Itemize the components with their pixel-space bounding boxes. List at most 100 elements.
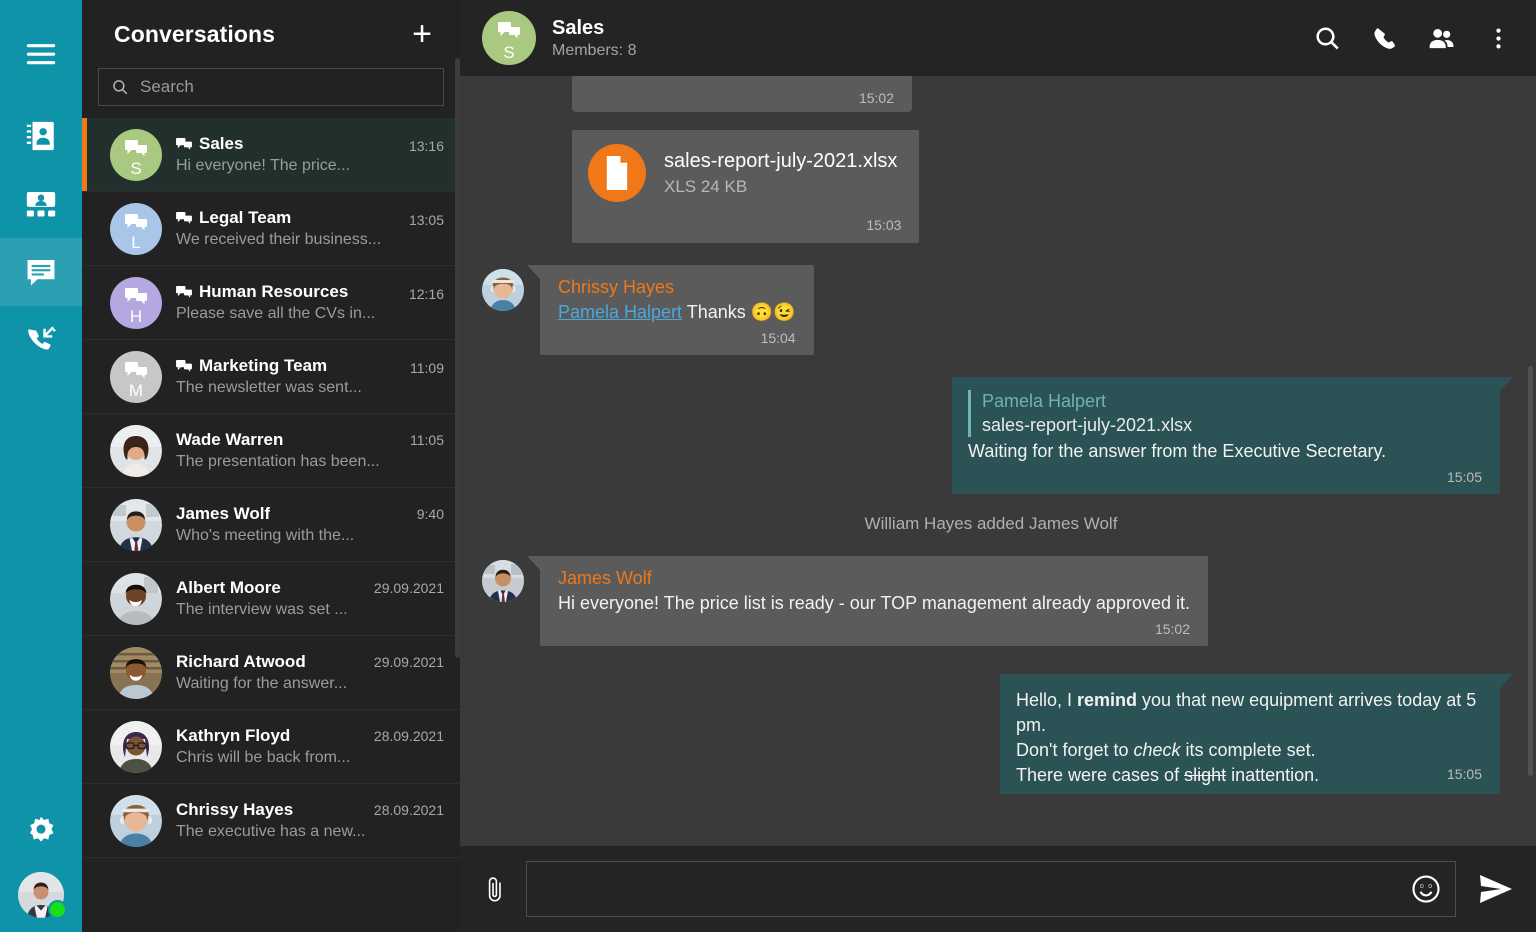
search-icon: [113, 80, 128, 95]
group-chat-icon: [176, 359, 192, 372]
conversation-list-item[interactable]: Chrissy Hayes 28.09.2021 The executive has…: [82, 784, 460, 858]
sidebar-item-calls[interactable]: [0, 306, 82, 374]
conversation-top-row: Sales 13:16: [176, 134, 444, 154]
text-segment: There were cases of: [1016, 764, 1185, 785]
avatar-image: [110, 720, 162, 773]
conversation-list-item[interactable]: Richard Atwood 29.09.2021 Waiting for the …: [82, 636, 460, 710]
chat-more-button[interactable]: [1485, 25, 1512, 52]
conversation-list-item[interactable]: L Legal Team 13:05 We received their busine…: [82, 192, 460, 266]
message-avatar[interactable]: [482, 560, 524, 603]
messages-scrollbar[interactable]: [1528, 366, 1533, 776]
chat-header-actions: [1314, 25, 1512, 52]
quoted-message[interactable]: Pamela Halpert sales-report-july-2021.xl…: [968, 390, 1482, 438]
send-button[interactable]: [1474, 874, 1514, 904]
conversation-name: Legal Team: [176, 208, 291, 228]
message-avatar[interactable]: [482, 269, 524, 312]
message-text: Waiting for the answer from the Executiv…: [968, 441, 1387, 462]
conversation-preview: We received their business...: [176, 231, 382, 248]
message-input-shell[interactable]: [526, 861, 1456, 917]
message-row-reminder-out: Hello, I remind you that new equipment a…: [482, 674, 1513, 794]
conversation-time: 11:05: [410, 432, 444, 448]
conversation-name-text: Wade Warren: [176, 430, 284, 449]
search-box[interactable]: [98, 68, 444, 106]
conversation-avatar: [110, 646, 162, 699]
conversation-name: Sales: [176, 134, 243, 154]
messages-scroll-area: 15:02 sales-report-july-2021.xlsx XLS 24…: [482, 76, 1513, 808]
avatar-image: [110, 646, 162, 699]
conversations-header: Conversations +: [82, 0, 460, 68]
conversation-avatar-letter: H: [129, 306, 143, 326]
strikethrough-segment: slight: [1184, 764, 1227, 785]
conversation-preview: Who's meeting with the...: [176, 527, 355, 544]
phone-icon: [1374, 27, 1395, 49]
conversation-list-item[interactable]: James Wolf 9:40 Who's meeting with the...: [82, 488, 460, 562]
emoji: 🙃😉: [750, 302, 796, 323]
chat-members-button[interactable]: [1428, 25, 1455, 52]
current-user-avatar[interactable]: [18, 872, 67, 919]
attach-file-button[interactable]: [482, 874, 508, 904]
text-segment: its complete set.: [1180, 740, 1316, 761]
address-book-icon: [26, 121, 54, 151]
group-chat-icon: [125, 139, 147, 158]
conversation-name-text: Kathryn Floyd: [176, 726, 291, 745]
file-name: sales-report-july-2021.xlsx: [664, 149, 898, 172]
emoji-picker-button[interactable]: [1411, 874, 1441, 904]
conversation-avatar: S: [110, 128, 162, 181]
message-bubble[interactable]: Chrissy Hayes Pamela Halpert Thanks 🙃😉 1…: [527, 265, 814, 356]
conversation-top-row: Albert Moore 29.09.2021: [176, 578, 444, 598]
message-row-reply-out: Pamela Halpert sales-report-july-2021.xl…: [482, 377, 1513, 495]
rail-top-group: [0, 0, 82, 374]
message-body: Thanks: [682, 302, 751, 323]
mention-link[interactable]: Pamela Halpert: [558, 302, 682, 322]
conversation-list-item[interactable]: M Marketing Team 11:09 The newsletter was s…: [82, 340, 460, 414]
hamburger-menu-button[interactable]: [0, 20, 82, 88]
send-icon: [1480, 875, 1512, 903]
conversation-name-text: Sales: [199, 134, 244, 153]
conversation-list-item[interactable]: H Human Resources 12:16 Please save all the…: [82, 266, 460, 340]
chat-panel: S Sales Members: 8 15:02 sales-report-ju…: [460, 0, 1536, 932]
message-row-file: sales-report-july-2021.xlsx XLS 24 KB 15…: [482, 130, 1500, 244]
message-time: 15:04: [760, 329, 796, 346]
conversation-list-item[interactable]: S Sales 13:16 Hi everyone! The price...: [82, 118, 460, 192]
sidebar-item-contacts[interactable]: [0, 102, 82, 170]
paperclip-icon: [488, 877, 501, 902]
file-message-bubble[interactable]: sales-report-july-2021.xlsx XLS 24 KB 15…: [572, 130, 920, 244]
conversation-time: 28.09.2021: [373, 728, 444, 744]
messages-area[interactable]: 15:02 sales-report-july-2021.xlsx XLS 24…: [460, 76, 1536, 846]
left-nav-rail: [0, 0, 82, 932]
partial-message-bubble[interactable]: 15:02: [572, 76, 912, 112]
file-attachment[interactable]: sales-report-july-2021.xlsx XLS 24 KB: [572, 130, 919, 212]
conversation-body: James Wolf 9:40 Who's meeting with the...: [176, 504, 444, 545]
conversation-list-item[interactable]: Albert Moore 29.09.2021 The interview was …: [82, 562, 460, 636]
conversation-preview: The interview was set ...: [176, 601, 348, 618]
message-bubble[interactable]: Pamela Halpert sales-report-july-2021.xl…: [952, 377, 1513, 495]
group-chat-icon: [125, 287, 147, 306]
conversation-avatar: [110, 572, 162, 625]
file-info: sales-report-july-2021.xlsx XLS 24 KB: [664, 148, 897, 199]
conversation-list-item[interactable]: Kathryn Floyd 28.09.2021 Chris will be bac…: [82, 710, 460, 784]
conversation-time: 28.09.2021: [373, 802, 444, 818]
sidebar-item-teams[interactable]: [0, 170, 82, 238]
conversation-time: 13:16: [408, 137, 444, 154]
chat-header-text: Sales Members: 8: [552, 17, 1298, 60]
conversations-list[interactable]: S Sales 13:16 Hi everyone! The price... L Leg…: [82, 118, 460, 932]
conversation-body: Wade Warren 11:05 The presentation has bee…: [176, 430, 444, 471]
chat-search-button[interactable]: [1314, 25, 1341, 52]
conversation-preview: The newsletter was sent...: [176, 379, 362, 396]
conversations-panel: Conversations + S Sales 13:16 Hi everyone! …: [82, 0, 460, 932]
search-input[interactable]: [140, 77, 431, 97]
conversation-list-item[interactable]: Wade Warren 11:05 The presentation has bee…: [82, 414, 460, 488]
new-conversation-button[interactable]: +: [406, 17, 438, 51]
message-text: Pamela Halpert Thanks 🙃😉: [558, 301, 796, 325]
message-bubble[interactable]: James Wolf Hi everyone! The price list i…: [527, 556, 1208, 647]
group-chat-icon: [125, 213, 147, 232]
conversation-avatar: [110, 498, 162, 551]
message-input[interactable]: [545, 878, 1397, 900]
app-root: Conversations + S Sales 13:16 Hi everyone! …: [0, 0, 1536, 932]
conversation-avatar-letter: L: [131, 232, 141, 252]
settings-button[interactable]: [23, 814, 59, 850]
message-bubble[interactable]: Hello, I remind you that new equipment a…: [1000, 674, 1513, 794]
sidebar-item-chats[interactable]: [0, 238, 82, 306]
group-chat-icon: [176, 211, 192, 224]
chat-call-button[interactable]: [1371, 25, 1398, 52]
